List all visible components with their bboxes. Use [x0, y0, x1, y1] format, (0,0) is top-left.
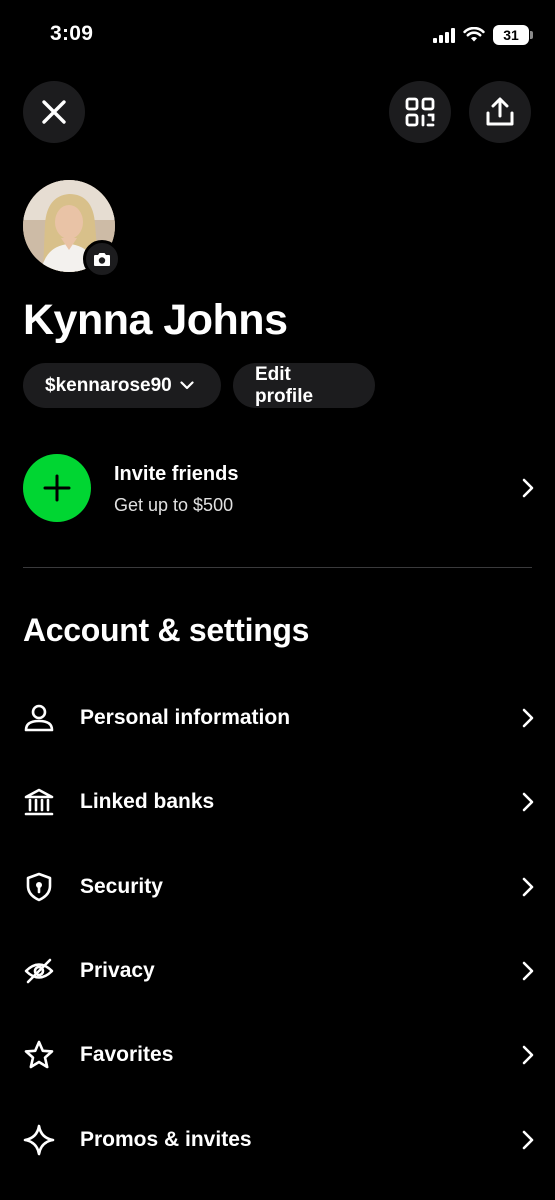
chevron-right-icon — [522, 708, 534, 728]
close-icon — [42, 100, 66, 124]
chevron-right-icon — [522, 961, 534, 981]
chevron-right-icon — [522, 792, 534, 812]
invite-subtitle: Get up to $500 — [114, 495, 234, 515]
cashtag-label: $kennarose90 — [45, 374, 172, 396]
settings-item-privacy[interactable]: Privacy — [23, 941, 535, 1001]
share-upload-icon — [486, 97, 514, 126]
divider — [23, 567, 532, 568]
settings-item-personal-information[interactable]: Personal information — [23, 688, 535, 748]
cashtag-button[interactable]: $kennarose90 — [23, 363, 221, 408]
qr-scan-button[interactable] — [389, 81, 451, 143]
star-icon — [23, 1039, 55, 1071]
share-button[interactable] — [469, 81, 531, 143]
edit-profile-label: Edit profile — [255, 363, 314, 407]
battery-icon: 31 — [493, 25, 533, 45]
sparkle-icon — [23, 1124, 55, 1156]
bank-icon — [23, 786, 55, 818]
qr-scan-icon — [405, 97, 435, 127]
person-icon — [23, 702, 55, 734]
settings-item-label: Favorites — [80, 1043, 174, 1066]
shield-icon — [23, 871, 55, 903]
settings-item-label: Personal information — [80, 706, 291, 729]
wifi-icon — [463, 27, 485, 42]
section-title: Account & settings — [23, 612, 310, 648]
settings-item-linked-banks[interactable]: Linked banks — [23, 772, 535, 832]
status-icons: 31 — [433, 25, 533, 45]
chevron-right-icon — [522, 1130, 534, 1150]
chevron-down-icon — [180, 381, 194, 390]
signal-icon — [433, 27, 455, 43]
settings-item-label: Privacy — [80, 959, 155, 982]
close-button[interactable] — [23, 81, 85, 143]
settings-item-label: Linked banks — [80, 790, 215, 813]
chevron-right-icon — [522, 1045, 534, 1065]
change-photo-button[interactable] — [83, 240, 121, 278]
profile-name: Kynna Johns — [23, 296, 288, 344]
settings-item-label: Promos & invites — [80, 1128, 252, 1151]
invite-friends-row[interactable]: Invite friends Get up to $500 — [23, 454, 535, 522]
settings-item-promos-invites[interactable]: Promos & invites — [23, 1110, 535, 1170]
settings-item-favorites[interactable]: Favorites — [23, 1025, 535, 1085]
eye-off-icon — [23, 955, 55, 987]
status-time: 3:09 — [50, 22, 94, 45]
plus-icon — [43, 474, 71, 502]
edit-profile-button[interactable]: Edit profile — [233, 363, 375, 408]
invite-title: Invite friends — [114, 463, 239, 485]
invite-plus-badge — [23, 454, 91, 522]
status-bar: 3:09 31 — [0, 0, 555, 70]
chevron-right-icon — [522, 877, 534, 897]
chevron-right-icon — [522, 478, 534, 498]
settings-item-label: Security — [80, 875, 163, 898]
camera-icon — [94, 252, 110, 266]
settings-item-security[interactable]: Security — [23, 857, 535, 917]
